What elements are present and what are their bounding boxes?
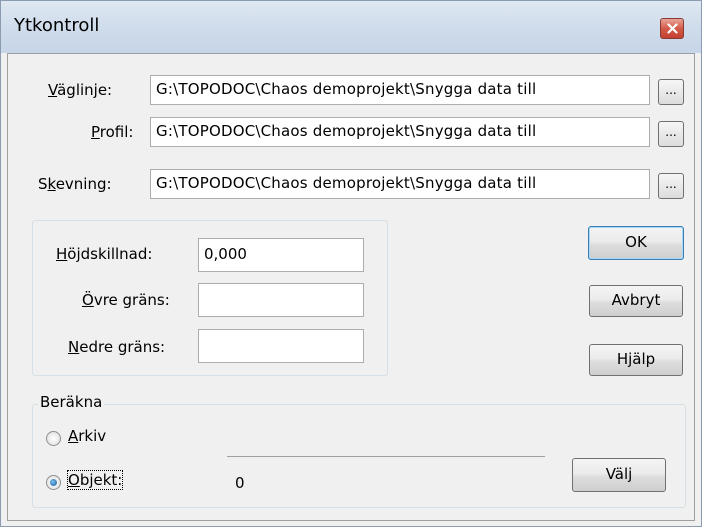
skevning-path-field[interactable]: G:\TOPODOC\Chaos demoprojekt\Snygga data… [150, 169, 650, 199]
close-button[interactable] [660, 18, 684, 39]
objekt-label[interactable]: Objekt: [66, 470, 124, 490]
profil-label: Profil: [91, 123, 134, 141]
arkiv-radio[interactable] [46, 431, 61, 446]
skevning-label: Skevning: [38, 175, 112, 193]
separator-line [227, 456, 545, 457]
dialog-window: Ytkontroll Väglinje: G:\TOPODOC\Chaos de… [0, 0, 702, 527]
object-count: 0 [235, 474, 245, 492]
hojdskillnad-label: Höjdskillnad: [56, 245, 153, 263]
select-button[interactable]: Välj [572, 458, 666, 492]
vaglinje-label: Väglinje: [48, 81, 113, 99]
close-icon [667, 23, 678, 34]
vaglinje-browse-button[interactable]: ... [658, 79, 684, 105]
objekt-radio[interactable] [46, 475, 61, 490]
skevning-browse-button[interactable]: ... [658, 173, 684, 199]
title-bar[interactable]: Ytkontroll [1, 1, 701, 53]
vaglinje-path-field[interactable]: G:\TOPODOC\Chaos demoprojekt\Snygga data… [150, 75, 650, 105]
dialog-client-area: Väglinje: G:\TOPODOC\Chaos demoprojekt\S… [7, 53, 695, 521]
window-title: Ytkontroll [14, 15, 100, 36]
nedre-grans-field[interactable] [198, 329, 364, 363]
ovre-grans-label: Övre gräns: [82, 291, 170, 309]
help-button[interactable]: Hjälp [589, 344, 683, 376]
ovre-grans-field[interactable] [198, 283, 364, 317]
cancel-button[interactable]: Avbryt [589, 285, 683, 317]
calc-group-label: Beräkna [38, 393, 105, 411]
profil-browse-button[interactable]: ... [658, 121, 684, 147]
arkiv-label[interactable]: Arkiv [68, 427, 106, 445]
profil-path-field[interactable]: G:\TOPODOC\Chaos demoprojekt\Snygga data… [150, 117, 650, 147]
nedre-grans-label: Nedre gräns: [68, 338, 166, 356]
ok-button[interactable]: OK [588, 226, 684, 260]
hojdskillnad-field[interactable]: 0,000 [198, 238, 364, 272]
